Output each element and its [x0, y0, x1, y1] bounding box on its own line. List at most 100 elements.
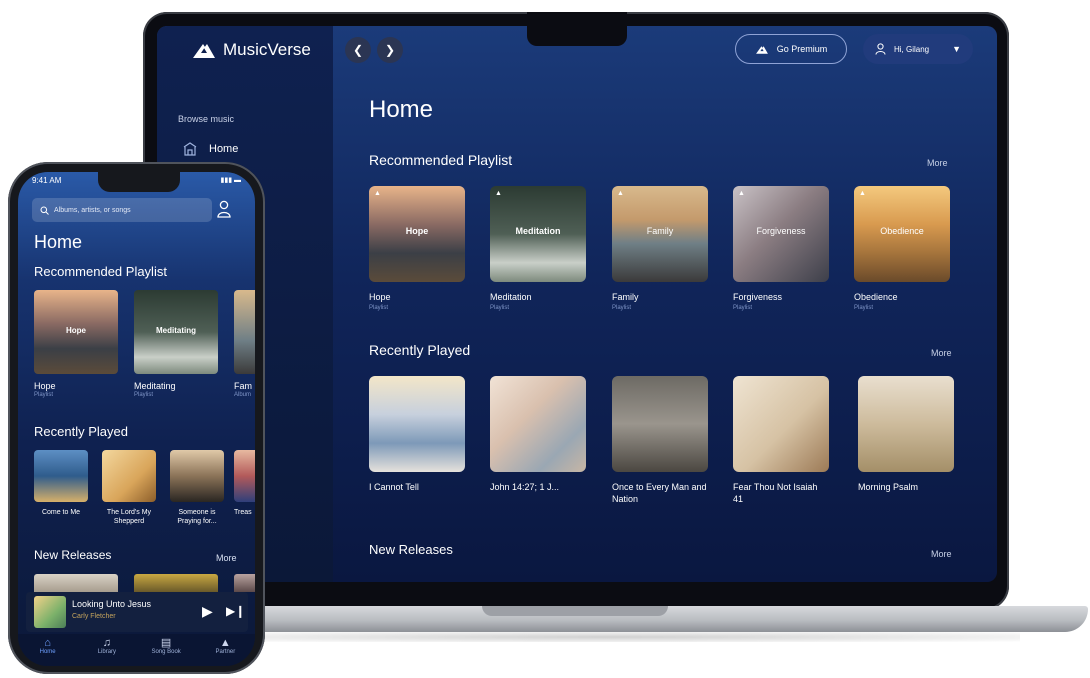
playlist-artwork: Meditating: [134, 290, 218, 374]
recent-track-card[interactable]: The Lord's My Shepperd: [102, 450, 156, 526]
playlist-card[interactable]: ▲ Obedience Obedience Playlist: [854, 186, 950, 311]
playlist-card[interactable]: ▲ Family Family Playlist: [612, 186, 708, 311]
track-artwork: [369, 376, 465, 472]
brand-logo[interactable]: MusicVerse: [191, 40, 311, 60]
tab-partner[interactable]: ▲ Partner: [196, 634, 255, 666]
mini-player[interactable]: Looking Unto Jesus Carly Fletcher ▶ ▶❙: [26, 592, 248, 632]
now-playing-artwork: [34, 596, 66, 628]
partner-logo-icon: ▲: [617, 190, 624, 197]
recent-track-card[interactable]: Once to Every Man and Nation: [612, 376, 708, 505]
partner-logo-icon: ▲: [859, 190, 866, 197]
playlist-card[interactable]: ▲ Hope Hope Playlist: [369, 186, 465, 311]
laptop-shadow: [200, 632, 1020, 642]
chevron-left-icon: ❮: [352, 43, 364, 57]
playlist-name: Fam: [234, 381, 252, 391]
status-time: 9:41 AM: [32, 176, 62, 185]
partner-logo-icon: ▲: [495, 190, 502, 197]
playlist-overlay-text: Hope: [66, 326, 86, 335]
track-name: Morning Psalm: [858, 482, 919, 492]
tab-label: Song Book: [151, 649, 181, 655]
now-playing-artist: Carly Fletcher: [72, 613, 116, 620]
playlist-overlay-text: Meditating: [156, 326, 196, 335]
recently-played-heading: Recently Played: [369, 342, 471, 358]
recent-track-card[interactable]: Treas: [234, 450, 255, 517]
page-title: Home: [34, 232, 83, 252]
partner-logo-icon: ▲: [374, 190, 381, 197]
playlist-overlay-text: Meditation: [515, 226, 561, 236]
new-release-artwork[interactable]: [134, 574, 218, 592]
recommended-more-link[interactable]: More: [927, 158, 948, 168]
recently-played-more-link[interactable]: More: [931, 348, 952, 358]
new-releases-more-link[interactable]: More: [216, 553, 237, 563]
playlist-name: Obedience: [854, 292, 898, 302]
new-releases-more-link[interactable]: More: [931, 549, 952, 559]
playlist-card[interactable]: ▲ Meditation Meditation Playlist: [490, 186, 586, 311]
home-icon: ⌂: [44, 637, 51, 649]
playlist-name: Meditating: [134, 381, 176, 391]
search-input[interactable]: Albums, artists, or songs: [32, 198, 212, 222]
play-icon[interactable]: ▶: [202, 603, 213, 620]
browse-music-label: Browse music: [178, 114, 235, 124]
playlist-type: Playlist: [134, 392, 154, 398]
track-artwork: [102, 450, 156, 502]
recent-track-card[interactable]: I Cannot Tell: [369, 376, 465, 493]
user-greeting: Hi, Gilang: [894, 44, 930, 54]
book-icon: ▤: [160, 637, 172, 649]
recent-track-card[interactable]: Come to Me: [34, 450, 88, 517]
search-placeholder: Albums, artists, or songs: [54, 206, 131, 214]
tab-label: Library: [97, 649, 117, 655]
playlist-artwork: ▲ Family: [612, 186, 708, 282]
bottom-tab-bar: ⌂ Home ♫ Library ▤ Song Book ▲ Partner: [18, 634, 255, 666]
now-playing-title: Looking Unto Jesus: [72, 599, 152, 609]
desktop-app-window: MusicVerse Browse music Home ❮ ❯ Go Prem…: [157, 26, 997, 582]
playlist-card[interactable]: Hope Hope Playlist: [34, 290, 118, 398]
skip-next-icon[interactable]: ▶❙: [226, 604, 245, 618]
user-icon[interactable]: [216, 200, 232, 218]
playlist-artwork: ▲ Hope: [369, 186, 465, 282]
recent-track-card[interactable]: Someone is Praying for...: [170, 450, 224, 526]
recent-track-card[interactable]: Morning Psalm: [858, 376, 954, 493]
track-name: Treas: [234, 509, 252, 516]
tab-library[interactable]: ♫ Library: [77, 634, 136, 666]
user-menu-button[interactable]: Hi, Gilang ▼: [863, 34, 973, 64]
track-artwork: [612, 376, 708, 472]
brand-name: MusicVerse: [223, 40, 311, 59]
playlist-name: Meditation: [490, 292, 532, 302]
playlist-overlay-text: Family: [646, 226, 674, 236]
tab-song-book[interactable]: ▤ Song Book: [137, 634, 196, 666]
playlist-name: Hope: [34, 381, 56, 391]
playlist-overlay-text: Forgiveness: [756, 226, 806, 236]
recent-track-card[interactable]: John 14:27; 1 J...: [490, 376, 586, 493]
go-premium-button[interactable]: Go Premium: [735, 34, 847, 64]
track-artwork: [34, 450, 88, 502]
playlist-card[interactable]: ▲ Forgiveness Forgiveness Playlist: [733, 186, 829, 311]
playlist-artwork: [234, 290, 255, 374]
search-icon: [40, 206, 49, 215]
chevron-right-icon: ❯: [384, 43, 396, 57]
playlist-card[interactable]: Meditating Meditating Playlist: [134, 290, 218, 398]
forward-button[interactable]: ❯: [377, 37, 403, 63]
recommended-playlist-heading: Recommended Playlist: [34, 264, 167, 279]
track-name: Come to Me: [41, 509, 81, 516]
home-icon: [183, 142, 197, 156]
status-icons: ▮▮▮ ▬: [220, 177, 241, 184]
playlist-artwork: ▲ Forgiveness: [733, 186, 829, 282]
track-name: Someone is Praying for...: [177, 509, 217, 525]
playlist-card[interactable]: Fam Album: [234, 290, 255, 398]
tab-home[interactable]: ⌂ Home: [18, 634, 77, 666]
go-premium-label: Go Premium: [776, 44, 828, 54]
back-button[interactable]: ❮: [345, 37, 371, 63]
new-release-artwork[interactable]: [234, 574, 255, 592]
partner-logo-icon: ▲: [738, 190, 745, 197]
recent-track-card[interactable]: Fear Thou Not Isaiah 41: [733, 376, 829, 505]
sidebar-item-home[interactable]: Home: [183, 142, 238, 156]
phone-notch: [98, 172, 180, 192]
music-note-icon: ♫: [102, 637, 111, 649]
chevron-down-icon: ▼: [952, 44, 961, 54]
premium-logo-icon: [755, 45, 768, 54]
playlist-artwork: Hope: [34, 290, 118, 374]
new-release-artwork[interactable]: [34, 574, 118, 592]
track-artwork: [858, 376, 954, 472]
track-name: John 14:27; 1 J...: [490, 482, 560, 492]
sidebar-item-label: Home: [209, 143, 239, 155]
